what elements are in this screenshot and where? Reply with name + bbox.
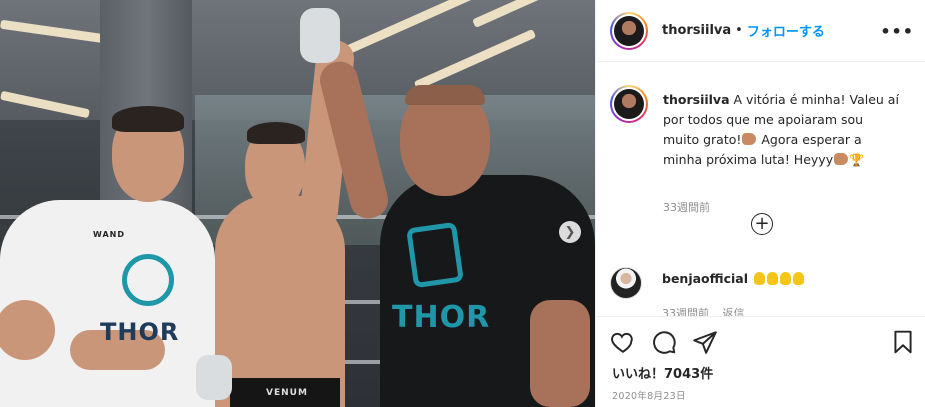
clap-emoji-icon (780, 272, 792, 285)
caption-avatar[interactable] (610, 85, 648, 123)
commenter-avatar[interactable] (610, 267, 642, 299)
comment-meta: 33週間前 返信 (662, 305, 755, 316)
caption-text: thorsiilva A vitória é minha! Valeu aí p… (663, 90, 915, 170)
next-photo-button[interactable]: ❯ (559, 221, 581, 243)
fist-emoji-icon (834, 153, 849, 165)
shirt-brand-right: THOR (392, 300, 491, 335)
hand-wrap (300, 8, 340, 63)
caption-username[interactable]: thorsiilva (663, 92, 730, 107)
plus-icon: + (754, 213, 770, 234)
share-icon[interactable] (692, 329, 718, 355)
author-avatar[interactable] (610, 11, 648, 50)
comment-item: benjaofficial 33週間前 返信 (610, 267, 910, 316)
follow-button[interactable]: フォローする (747, 21, 825, 40)
likes-number: 7043件 (664, 367, 714, 382)
post-header: thorsiilva • フォローする ••• (596, 0, 925, 62)
comments-section[interactable]: thorsiilva A vitória é minha! Valeu aí p… (596, 63, 925, 316)
author-username[interactable]: thorsiilva (662, 23, 731, 38)
more-options-icon[interactable]: ••• (880, 22, 914, 41)
clap-emoji-icon (754, 272, 766, 285)
clap-emoji-icon (793, 272, 805, 285)
clap-emoji-icon (767, 272, 779, 285)
caption-time[interactable]: 33週間前 (663, 199, 710, 215)
reply-button[interactable]: 返信 (723, 307, 745, 316)
trophy-emoji-icon: 🏆 (849, 153, 865, 167)
bookmark-icon[interactable] (890, 329, 916, 355)
caption-line: A vitória é minha! Valeu aí (733, 92, 899, 107)
likes-label: いいね！ (612, 367, 665, 382)
heart-icon[interactable] (610, 329, 636, 355)
separator-dot: • (735, 23, 743, 38)
chevron-right-icon: ❯ (564, 224, 576, 240)
comment-username[interactable]: benjaofficial (662, 271, 748, 286)
comment-time[interactable]: 33週間前 (662, 307, 709, 316)
shirt-brand-left: THOR (100, 318, 180, 346)
load-more-comments-button[interactable]: + (751, 213, 773, 235)
comment-icon[interactable] (651, 329, 677, 355)
post-photo[interactable]: THOR WAND VENUM THOR ❯ (0, 0, 595, 407)
post-date[interactable]: 2020年8月23日 (612, 388, 686, 402)
caption-line: muito grato! (663, 132, 742, 147)
shorts-brand: VENUM (266, 388, 308, 398)
likes-count[interactable]: いいね！7043件 (612, 363, 713, 382)
caption-line: Agora esperar a (757, 132, 862, 147)
post-side-panel: thorsiilva • フォローする ••• thorsiilva A vit… (595, 0, 925, 407)
fist-emoji-icon (742, 133, 757, 145)
shirt-small-logo: WAND (93, 230, 125, 239)
hand-wrap (196, 355, 232, 400)
caption-line: por todos que me apoiaram sou (663, 112, 864, 127)
commenter-username: benjaofficial (662, 271, 805, 286)
caption-line: minha próxima luta! Heyyy (663, 152, 834, 167)
post-actions: いいね！7043件 2020年8月23日 (596, 316, 925, 407)
